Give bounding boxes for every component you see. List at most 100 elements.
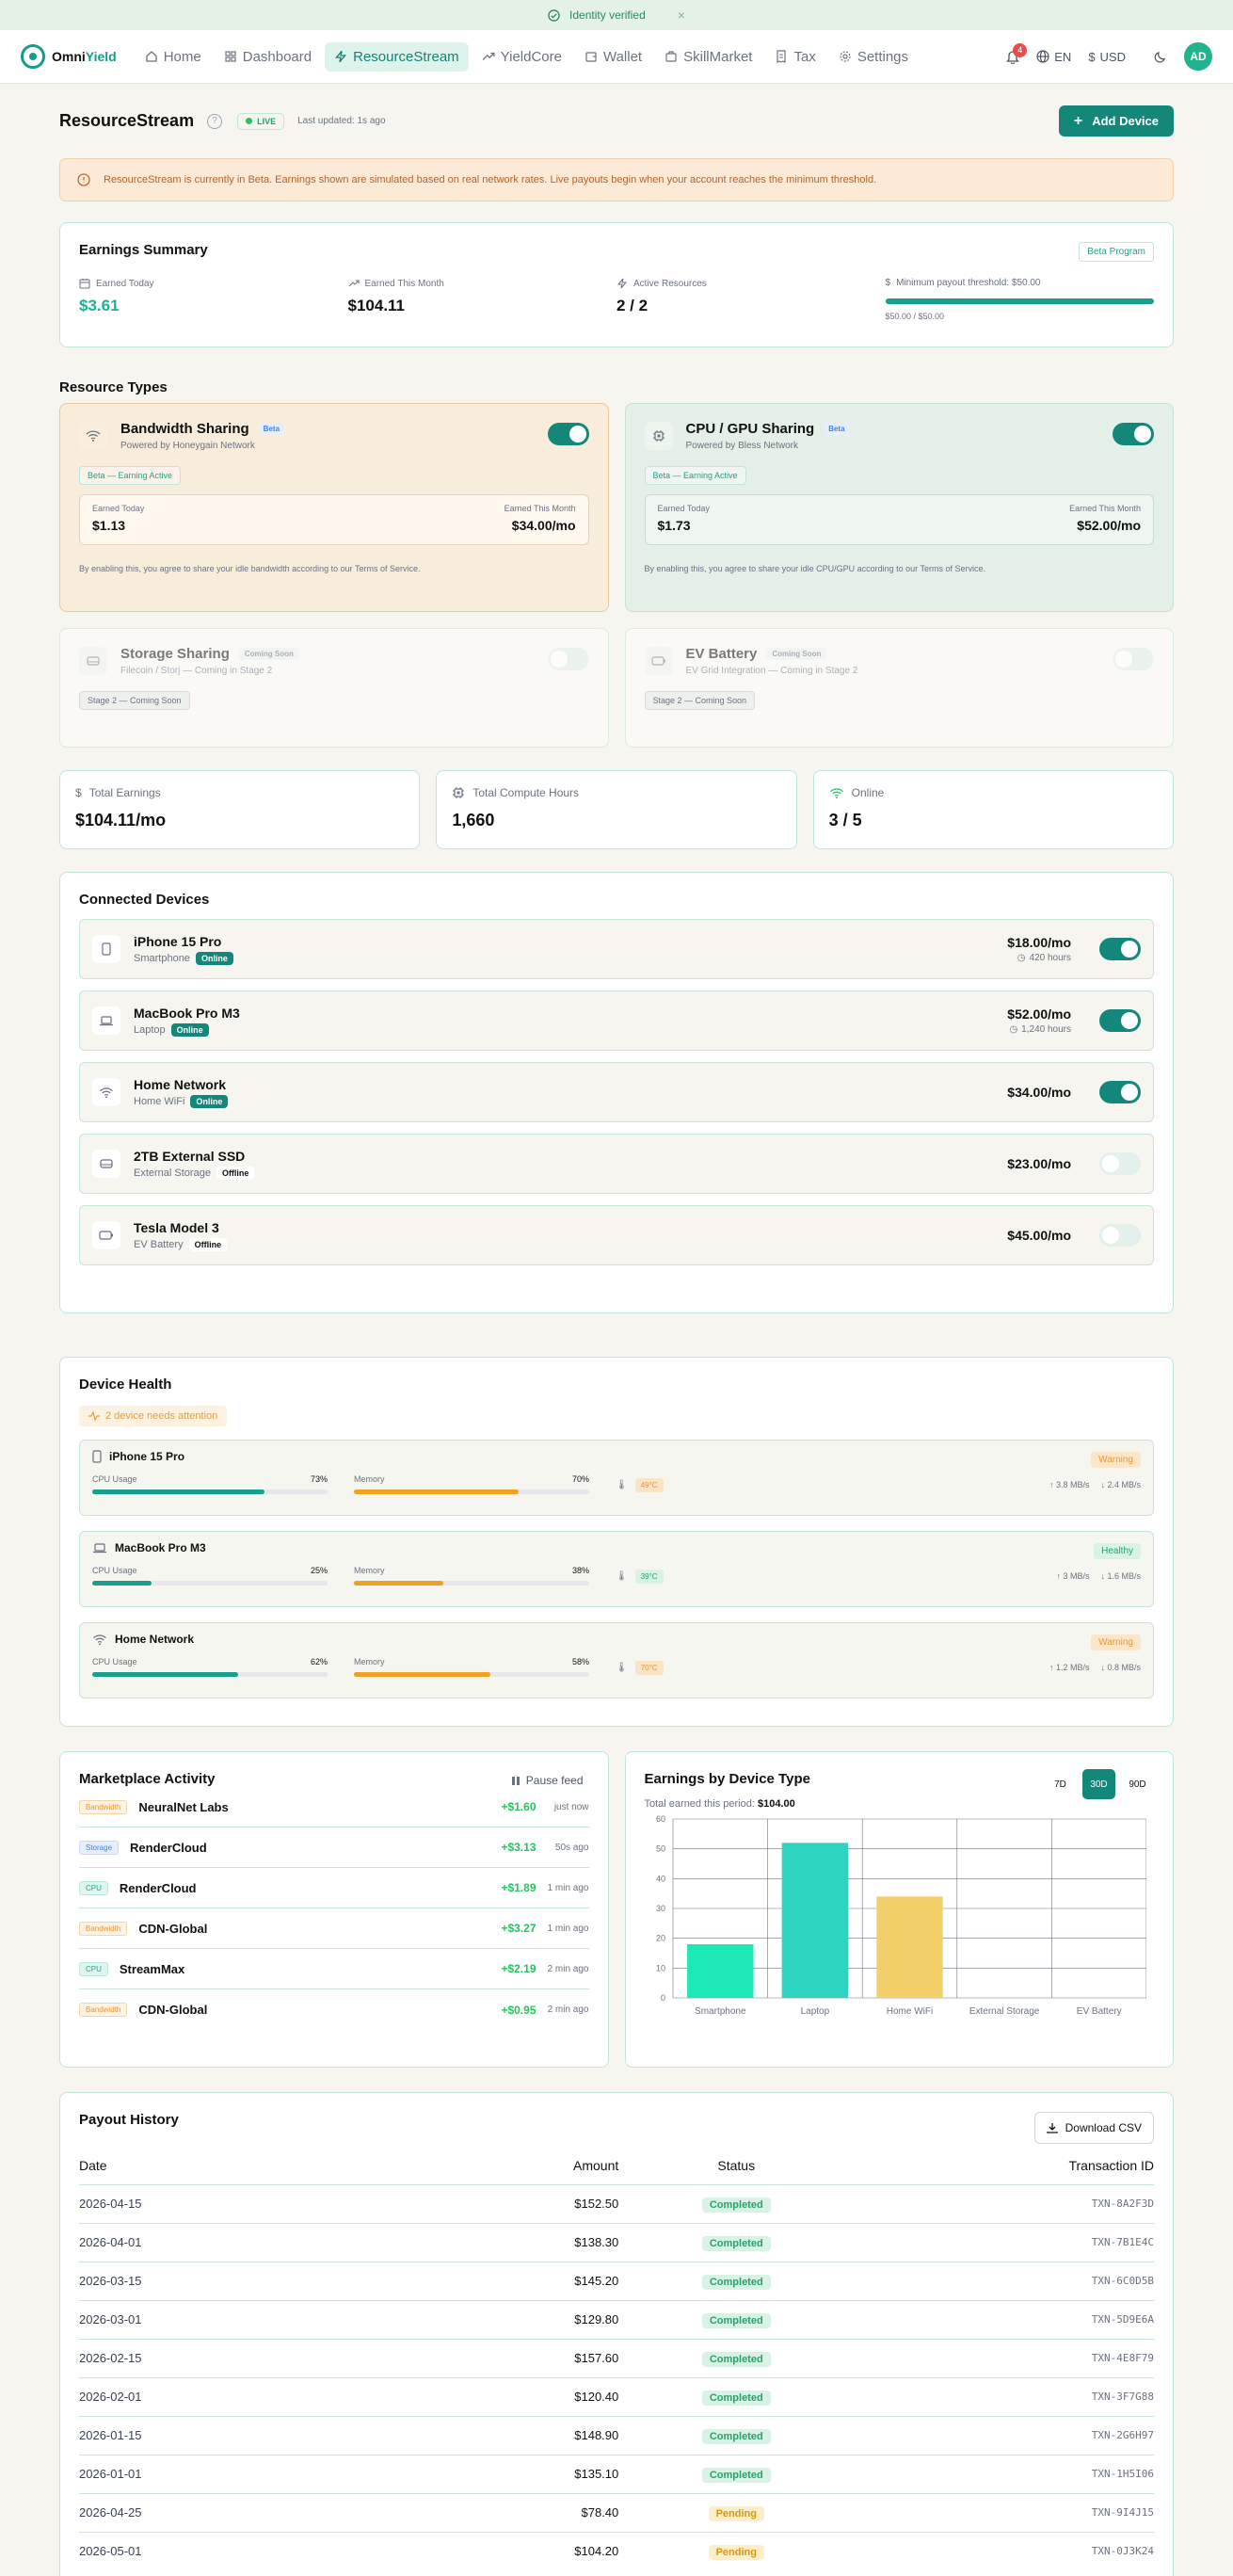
payout-amount: $78.40 xyxy=(327,2493,657,2533)
y-tick-label: 30 xyxy=(655,1904,665,1913)
cpu-icon xyxy=(453,787,465,798)
nav-item-yieldcore[interactable]: YieldCore xyxy=(472,42,571,72)
beta-tag: Beta xyxy=(824,423,850,435)
notification-count: 4 xyxy=(1013,42,1028,57)
x-tick-label: Home WiFi xyxy=(886,2006,932,2017)
col-date[interactable]: Date xyxy=(79,2147,328,2185)
status-badge: Pending xyxy=(708,2506,764,2521)
device-toggle[interactable] xyxy=(1099,1009,1141,1032)
transaction-id: TXN-5D9E6A xyxy=(816,2300,1154,2340)
y-tick-label: 10 xyxy=(655,1963,665,1972)
ev-battery-card: EV Battery Coming Soon EV Grid Integratio… xyxy=(624,628,1174,748)
cpu-usage-meter: CPU Usage 25% xyxy=(92,1566,328,1586)
memory-meter: Memory 58% xyxy=(354,1657,589,1677)
activity-time: 50s ago xyxy=(554,1842,589,1853)
add-device-button[interactable]: + Add Device xyxy=(1058,105,1174,137)
device-toggle[interactable] xyxy=(1099,938,1141,960)
ev-toggle[interactable] xyxy=(1113,648,1154,670)
payout-amount: $104.20 xyxy=(574,2544,619,2559)
briefcase-icon xyxy=(665,50,678,63)
info-icon xyxy=(77,173,90,186)
pause-feed-button[interactable]: Pause feed xyxy=(505,1771,589,1790)
payout-amount: $120.40 xyxy=(327,2377,657,2417)
network-throughput: ↑ 3 MB/s ↓ 1.6 MB/s xyxy=(1056,1571,1141,1581)
storage-toggle[interactable] xyxy=(547,648,589,670)
x-tick-label: Laptop xyxy=(800,2006,829,2017)
range-30d[interactable]: 30D xyxy=(1082,1769,1115,1799)
transaction-id: TXN-0J3K24 xyxy=(1091,2545,1154,2558)
col-amount[interactable]: Amount xyxy=(327,2147,657,2185)
device-row[interactable]: MacBook Pro M3 Laptop Online $52.00/mo ◷ 1… xyxy=(79,990,1154,1051)
language-label: EN xyxy=(1054,49,1072,64)
cpu-icon xyxy=(644,422,673,450)
nav-item-skillmarket[interactable]: SkillMarket xyxy=(655,42,761,72)
table-row: 2026-04-15 $152.50 Completed TXN-8A2F3D xyxy=(79,2184,1154,2224)
table-row: 2026-03-01 $129.80 Completed TXN-5D9E6A xyxy=(79,2300,1154,2340)
verification-banner: Identity verified × xyxy=(0,0,1233,30)
phone-icon xyxy=(92,935,120,963)
moon-icon[interactable] xyxy=(1154,50,1167,63)
phone-icon xyxy=(92,1450,102,1463)
col-transaction[interactable]: Transaction ID xyxy=(816,2147,1154,2185)
range-7d[interactable]: 7D xyxy=(1044,1769,1077,1799)
payout-date: 2026-03-15 xyxy=(79,2262,328,2301)
alert-text: ResourceStream is currently in Beta. Ear… xyxy=(104,174,877,185)
currency-selector[interactable]: $ USD xyxy=(1088,50,1126,64)
device-row[interactable]: Home Network Home WiFi Online $34.00/mo xyxy=(79,1062,1154,1122)
arrow-up-icon: ↑ xyxy=(1049,1480,1054,1489)
network-throughput: ↑ 1.2 MB/s ↓ 0.8 MB/s xyxy=(1049,1663,1141,1672)
nav-item-resourcestream[interactable]: ResourceStream xyxy=(325,41,469,72)
device-toggle[interactable] xyxy=(1099,1152,1141,1175)
close-icon[interactable]: × xyxy=(678,8,685,23)
devices-title: Connected Devices xyxy=(79,892,210,908)
notifications-button[interactable]: 4 xyxy=(1006,42,1028,64)
health-row: MacBook Pro M3 Healthy CPU Usage 25% Memo… xyxy=(79,1531,1154,1607)
language-selector[interactable]: EN xyxy=(1036,50,1071,64)
payout-threshold-stat: $ Minimum payout threshold: $50.00 $50.00… xyxy=(885,278,1154,321)
compute-hours-card: Total Compute Hours 1,660 xyxy=(436,770,797,849)
bandwidth-toggle[interactable] xyxy=(547,423,589,445)
status-pill: Stage 2 — Coming Soon xyxy=(79,691,190,710)
device-type: EV Battery xyxy=(134,1238,184,1250)
device-toggle[interactable] xyxy=(1099,1224,1141,1247)
beta-program-badge: Beta Program xyxy=(1079,242,1154,262)
live-badge: LIVE xyxy=(237,112,285,130)
download-csv-button[interactable]: Download CSV xyxy=(1033,2112,1154,2144)
nav-item-home[interactable]: Home xyxy=(136,42,211,72)
logo[interactable]: OmniYield xyxy=(21,44,117,69)
gear-icon xyxy=(839,50,852,63)
cpu-usage-meter: CPU Usage 62% xyxy=(92,1657,328,1677)
activity-row: Bandwidth NeuralNet Labs +$1.60 just now xyxy=(79,1787,589,1827)
device-row[interactable]: 2TB External SSD External Storage Offline… xyxy=(79,1134,1154,1194)
device-row[interactable]: iPhone 15 Pro Smartphone Online $18.00/mo… xyxy=(79,919,1154,979)
nav-item-dashboard[interactable]: Dashboard xyxy=(215,42,321,72)
drive-icon xyxy=(92,1150,120,1178)
activity-row: Bandwidth CDN-Global +$3.27 1 min ago xyxy=(79,1908,589,1949)
nav-item-wallet[interactable]: Wallet xyxy=(575,42,651,72)
col-status[interactable]: Status xyxy=(656,2147,817,2185)
banner-text: Identity verified xyxy=(569,8,646,22)
nav-item-settings[interactable]: Settings xyxy=(829,42,918,72)
avatar[interactable]: AD xyxy=(1184,42,1212,71)
logo-icon xyxy=(21,44,45,69)
bolt-icon xyxy=(334,50,347,63)
table-row: 2026-01-01 $135.10 Completed TXN-1H5I06 xyxy=(79,2455,1154,2494)
y-tick-label: 20 xyxy=(655,1934,665,1943)
status-badge: Offline xyxy=(216,1166,255,1180)
help-icon[interactable]: ? xyxy=(207,113,223,129)
activity-amount: +$1.60 xyxy=(501,1800,536,1813)
terms-text: By enabling this, you agree to share you… xyxy=(644,564,986,573)
category-tag: CPU xyxy=(79,1961,108,1976)
device-toggle[interactable] xyxy=(1099,1081,1141,1103)
category-tag: Storage xyxy=(79,1840,120,1855)
device-hours: 420 hours xyxy=(1029,953,1071,963)
cpu-toggle[interactable] xyxy=(1113,423,1154,445)
cpu-usage-meter: CPU Usage 73% xyxy=(92,1474,328,1494)
device-row[interactable]: Tesla Model 3 EV Battery Offline $45.00/m… xyxy=(79,1205,1154,1265)
receipt-icon xyxy=(775,50,788,63)
payout-amount: $145.20 xyxy=(327,2262,657,2301)
payout-date: 2026-02-01 xyxy=(79,2377,328,2417)
earned-month-stat: Earned This Month $104.11 xyxy=(347,278,444,315)
nav-item-tax[interactable]: Tax xyxy=(765,42,825,72)
range-90d[interactable]: 90D xyxy=(1121,1769,1154,1799)
